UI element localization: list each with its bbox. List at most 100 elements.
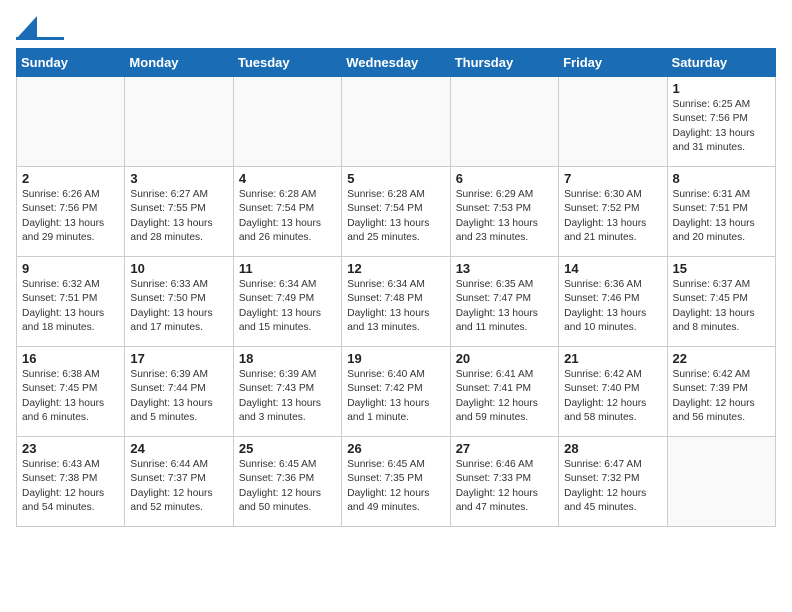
calendar-week-row: 23 Sunrise: 6:43 AM Sunset: 7:38 PM Dayli…	[17, 437, 776, 527]
day-info: Sunrise: 6:31 AM Sunset: 7:51 PM Dayligh…	[673, 188, 770, 245]
day-info: Sunrise: 6:26 AM Sunset: 7:56 PM Dayligh…	[22, 188, 119, 245]
day-number: 27	[456, 441, 553, 456]
day-info: Sunrise: 6:28 AM Sunset: 7:54 PM Dayligh…	[347, 188, 444, 245]
day-number: 18	[239, 351, 336, 366]
calendar-cell: 7 Sunrise: 6:30 AM Sunset: 7:52 PM Daylig…	[559, 167, 667, 257]
calendar-cell: 20 Sunrise: 6:41 AM Sunset: 7:41 PM Dayli…	[450, 347, 558, 437]
calendar-cell: 19 Sunrise: 6:40 AM Sunset: 7:42 PM Dayli…	[342, 347, 450, 437]
day-info: Sunrise: 6:40 AM Sunset: 7:42 PM Dayligh…	[347, 368, 444, 425]
calendar-cell	[125, 77, 233, 167]
day-info: Sunrise: 6:46 AM Sunset: 7:33 PM Dayligh…	[456, 458, 553, 515]
day-info: Sunrise: 6:47 AM Sunset: 7:32 PM Dayligh…	[564, 458, 661, 515]
day-number: 8	[673, 171, 770, 186]
day-number: 6	[456, 171, 553, 186]
calendar-header-row: SundayMondayTuesdayWednesdayThursdayFrid…	[17, 49, 776, 77]
calendar-cell: 11 Sunrise: 6:34 AM Sunset: 7:49 PM Dayli…	[233, 257, 341, 347]
day-number: 24	[130, 441, 227, 456]
day-info: Sunrise: 6:28 AM Sunset: 7:54 PM Dayligh…	[239, 188, 336, 245]
day-number: 5	[347, 171, 444, 186]
weekday-header-thursday: Thursday	[450, 49, 558, 77]
day-number: 19	[347, 351, 444, 366]
day-number: 20	[456, 351, 553, 366]
day-info: Sunrise: 6:42 AM Sunset: 7:40 PM Dayligh…	[564, 368, 661, 425]
calendar-cell: 8 Sunrise: 6:31 AM Sunset: 7:51 PM Daylig…	[667, 167, 775, 257]
calendar-cell: 5 Sunrise: 6:28 AM Sunset: 7:54 PM Daylig…	[342, 167, 450, 257]
logo	[16, 16, 66, 40]
calendar-table: SundayMondayTuesdayWednesdayThursdayFrid…	[16, 48, 776, 527]
calendar-cell: 4 Sunrise: 6:28 AM Sunset: 7:54 PM Daylig…	[233, 167, 341, 257]
calendar-cell	[233, 77, 341, 167]
day-number: 15	[673, 261, 770, 276]
day-number: 11	[239, 261, 336, 276]
day-number: 28	[564, 441, 661, 456]
calendar-cell: 3 Sunrise: 6:27 AM Sunset: 7:55 PM Daylig…	[125, 167, 233, 257]
calendar-week-row: 16Sunrise: 6:38 AM Sunset: 7:45 PM Dayli…	[17, 347, 776, 437]
day-info: Sunrise: 6:39 AM Sunset: 7:43 PM Dayligh…	[239, 368, 336, 425]
day-number: 2	[22, 171, 119, 186]
calendar-cell: 22 Sunrise: 6:42 AM Sunset: 7:39 PM Dayli…	[667, 347, 775, 437]
day-info: Sunrise: 6:37 AM Sunset: 7:45 PM Dayligh…	[673, 278, 770, 335]
day-number: 21	[564, 351, 661, 366]
day-number: 12	[347, 261, 444, 276]
calendar-cell: 16Sunrise: 6:38 AM Sunset: 7:45 PM Dayli…	[17, 347, 125, 437]
day-info: Sunrise: 6:27 AM Sunset: 7:55 PM Dayligh…	[130, 188, 227, 245]
calendar-cell	[450, 77, 558, 167]
day-number: 7	[564, 171, 661, 186]
day-number: 23	[22, 441, 119, 456]
day-number: 25	[239, 441, 336, 456]
day-info: Sunrise: 6:42 AM Sunset: 7:39 PM Dayligh…	[673, 368, 770, 425]
weekday-header-tuesday: Tuesday	[233, 49, 341, 77]
calendar-week-row: 2 Sunrise: 6:26 AM Sunset: 7:56 PM Daylig…	[17, 167, 776, 257]
calendar-cell: 28 Sunrise: 6:47 AM Sunset: 7:32 PM Dayli…	[559, 437, 667, 527]
calendar-cell: 18 Sunrise: 6:39 AM Sunset: 7:43 PM Dayli…	[233, 347, 341, 437]
day-number: 26	[347, 441, 444, 456]
calendar-week-row: 1 Sunrise: 6:25 AM Sunset: 7:56 PM Daylig…	[17, 77, 776, 167]
calendar-cell: 27 Sunrise: 6:46 AM Sunset: 7:33 PM Dayli…	[450, 437, 558, 527]
day-info: Sunrise: 6:43 AM Sunset: 7:38 PM Dayligh…	[22, 458, 119, 515]
calendar-cell: 26 Sunrise: 6:45 AM Sunset: 7:35 PM Dayli…	[342, 437, 450, 527]
day-number: 17	[130, 351, 227, 366]
day-info: Sunrise: 6:25 AM Sunset: 7:56 PM Dayligh…	[673, 98, 770, 155]
weekday-header-wednesday: Wednesday	[342, 49, 450, 77]
calendar-week-row: 9 Sunrise: 6:32 AM Sunset: 7:51 PM Daylig…	[17, 257, 776, 347]
calendar-cell: 15 Sunrise: 6:37 AM Sunset: 7:45 PM Dayli…	[667, 257, 775, 347]
day-info: Sunrise: 6:34 AM Sunset: 7:49 PM Dayligh…	[239, 278, 336, 335]
calendar-cell: 24 Sunrise: 6:44 AM Sunset: 7:37 PM Dayli…	[125, 437, 233, 527]
day-info: Sunrise: 6:36 AM Sunset: 7:46 PM Dayligh…	[564, 278, 661, 335]
weekday-header-saturday: Saturday	[667, 49, 775, 77]
calendar-cell	[342, 77, 450, 167]
weekday-header-friday: Friday	[559, 49, 667, 77]
day-number: 22	[673, 351, 770, 366]
day-info: Sunrise: 6:32 AM Sunset: 7:51 PM Dayligh…	[22, 278, 119, 335]
calendar-cell: 12 Sunrise: 6:34 AM Sunset: 7:48 PM Dayli…	[342, 257, 450, 347]
day-info: Sunrise: 6:33 AM Sunset: 7:50 PM Dayligh…	[130, 278, 227, 335]
day-info: Sunrise: 6:45 AM Sunset: 7:36 PM Dayligh…	[239, 458, 336, 515]
day-number: 13	[456, 261, 553, 276]
weekday-header-sunday: Sunday	[17, 49, 125, 77]
calendar-cell: 6 Sunrise: 6:29 AM Sunset: 7:53 PM Daylig…	[450, 167, 558, 257]
day-info: Sunrise: 6:45 AM Sunset: 7:35 PM Dayligh…	[347, 458, 444, 515]
calendar-cell	[667, 437, 775, 527]
calendar-cell: 21 Sunrise: 6:42 AM Sunset: 7:40 PM Dayli…	[559, 347, 667, 437]
day-info: Sunrise: 6:41 AM Sunset: 7:41 PM Dayligh…	[456, 368, 553, 425]
day-info: Sunrise: 6:34 AM Sunset: 7:48 PM Dayligh…	[347, 278, 444, 335]
weekday-header-monday: Monday	[125, 49, 233, 77]
day-number: 1	[673, 81, 770, 96]
day-info: Sunrise: 6:44 AM Sunset: 7:37 PM Dayligh…	[130, 458, 227, 515]
day-number: 3	[130, 171, 227, 186]
day-number: 4	[239, 171, 336, 186]
day-info: Sunrise: 6:35 AM Sunset: 7:47 PM Dayligh…	[456, 278, 553, 335]
day-number: 16	[22, 351, 119, 366]
page-header	[16, 16, 776, 40]
calendar-cell	[559, 77, 667, 167]
day-info: Sunrise: 6:29 AM Sunset: 7:53 PM Dayligh…	[456, 188, 553, 245]
calendar-cell: 9 Sunrise: 6:32 AM Sunset: 7:51 PM Daylig…	[17, 257, 125, 347]
calendar-cell: 25 Sunrise: 6:45 AM Sunset: 7:36 PM Dayli…	[233, 437, 341, 527]
calendar-cell: 1 Sunrise: 6:25 AM Sunset: 7:56 PM Daylig…	[667, 77, 775, 167]
day-info: Sunrise: 6:39 AM Sunset: 7:44 PM Dayligh…	[130, 368, 227, 425]
day-info: Sunrise: 6:30 AM Sunset: 7:52 PM Dayligh…	[564, 188, 661, 245]
logo-triangle-icon	[17, 16, 37, 38]
calendar-cell	[17, 77, 125, 167]
day-number: 9	[22, 261, 119, 276]
day-number: 14	[564, 261, 661, 276]
